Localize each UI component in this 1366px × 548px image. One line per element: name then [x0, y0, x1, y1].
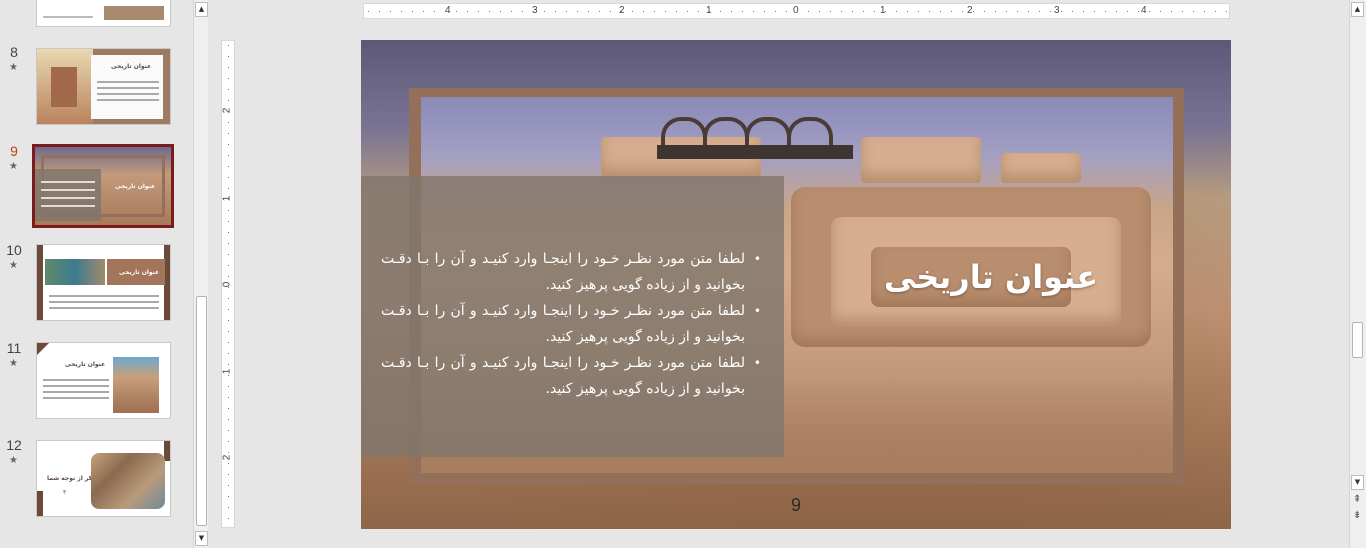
slide-thumbnail-9[interactable]: عنوان تاریخی	[32, 144, 174, 228]
slide-thumbnail-10[interactable]: عنوان تاریخی	[36, 244, 171, 321]
transition-star-icon: ★	[9, 161, 18, 172]
slide-thumbnail-8[interactable]: عنوان تاریخی	[36, 48, 171, 125]
transition-star-icon: ★	[9, 455, 18, 466]
previous-slide-icon[interactable]: ⇞	[1353, 494, 1361, 505]
scroll-down-arrow-icon[interactable]: ▼	[195, 531, 208, 546]
slide-scroll-thumb[interactable]	[1352, 322, 1363, 358]
thumbnail-number-9: 9	[10, 143, 18, 159]
slide-title[interactable]: عنوان تاریخی	[861, 258, 1121, 296]
bullet-item[interactable]: لطفا متن مورد نظـر خـود را اینجـا وارد ک…	[381, 350, 761, 402]
vertical-ruler[interactable]: 2 1 0 1 2	[221, 40, 235, 528]
next-slide-icon[interactable]: ⇟	[1353, 510, 1361, 521]
thumbnail-number-10: 10	[6, 242, 22, 258]
thumbnail-scrollbar[interactable]: ▲ ▼	[193, 0, 208, 548]
transition-star-icon: ★	[9, 62, 18, 73]
bullet-list[interactable]: لطفا متن مورد نظـر خـود را اینجـا وارد ک…	[381, 246, 761, 402]
thumbnail-number-12: 12	[6, 437, 22, 453]
slide-thumbnail-11[interactable]: عنوان تاریخی	[36, 342, 171, 419]
transition-star-icon: ★	[9, 358, 18, 369]
slide-canvas[interactable]: لطفا متن مورد نظـر خـود را اینجـا وارد ک…	[361, 40, 1231, 529]
scroll-down-arrow-icon[interactable]: ▼	[1351, 475, 1364, 490]
slide-scroll-track[interactable]: ▲ ▼ ⇞ ⇟	[1350, 0, 1366, 548]
text-content-panel[interactable]: لطفا متن مورد نظـر خـود را اینجـا وارد ک…	[361, 176, 784, 457]
thumbnail-number-8: 8	[10, 44, 18, 60]
slide-thumbnail-12[interactable]: با تشکر از توجه شما ۳	[36, 440, 171, 517]
scroll-up-arrow-icon[interactable]: ▲	[195, 2, 208, 17]
slide-thumbnail-pane: 8 ★ عنوان تاریخی 9 ★ عنوان تاریخی 10 ★ ع…	[0, 0, 194, 548]
slide-thumbnail-7[interactable]	[36, 0, 171, 27]
thumbnail-number-11: 11	[6, 340, 22, 356]
bullet-item[interactable]: لطفا متن مورد نظـر خـود را اینجـا وارد ک…	[381, 298, 761, 350]
transition-star-icon: ★	[9, 260, 18, 271]
scroll-up-arrow-icon[interactable]: ▲	[1351, 2, 1364, 17]
slide-scrollbar[interactable]: ▲ ▼ ⇞ ⇟	[1349, 0, 1366, 548]
slide-number: 9	[790, 495, 801, 515]
thumbnail-scroll-thumb[interactable]	[196, 296, 207, 526]
horizontal-ruler[interactable]: 4 3 2 1 0 1 2 3 4	[363, 3, 1230, 19]
bullet-item[interactable]: لطفا متن مورد نظـر خـود را اینجـا وارد ک…	[381, 246, 761, 298]
